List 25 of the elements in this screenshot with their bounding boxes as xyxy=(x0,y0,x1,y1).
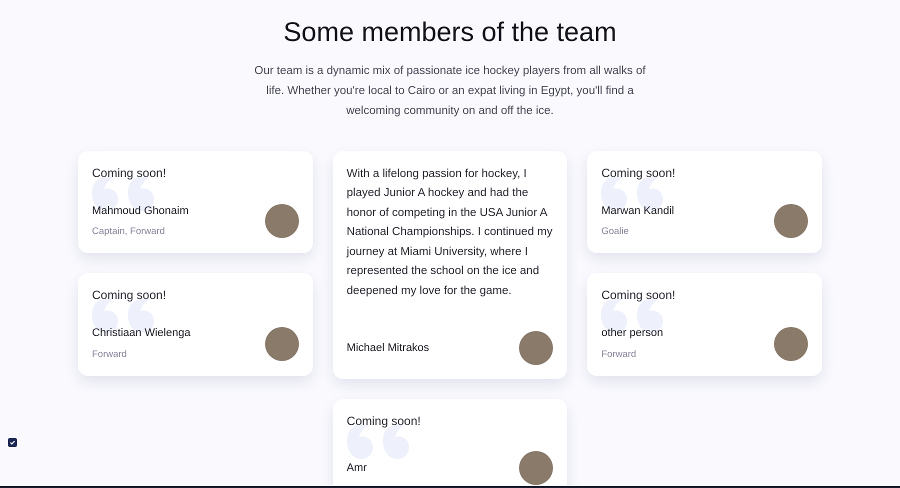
avatar-photo-placeholder xyxy=(774,204,808,238)
avatar-photo-placeholder xyxy=(519,451,554,485)
member-role: Goalie xyxy=(601,225,630,239)
member-name: Amr xyxy=(346,460,367,476)
member-role: Captain, Forward xyxy=(92,225,166,239)
avatar-photo-placeholder xyxy=(774,326,808,361)
member-quote: Coming soon! xyxy=(92,287,168,304)
member-name: Christiaan Wielenga xyxy=(92,326,190,342)
member-quote: Coming soon! xyxy=(601,164,676,180)
member-quote: With a lifelong passion for hockey, I played Junior A hockey and had the honor of competing in the USA Junior A National Championships. I continued my journey at Miami University, where I represented the school on the ice and deepened my love for the game. xyxy=(346,166,554,298)
member-name: other person xyxy=(601,326,664,342)
member-role: Forward xyxy=(601,348,638,362)
avatar-photo-placeholder xyxy=(264,326,299,361)
checkbox-icon xyxy=(8,438,17,447)
avatar-photo-placeholder xyxy=(264,204,299,238)
member-name: Marwan Kandil xyxy=(601,204,674,218)
member-name: Mahmoud Ghonaim xyxy=(92,204,189,218)
section-heading: Some members of the team xyxy=(283,16,617,49)
intro-paragraph: Our team is a dynamic mix of passionate ice hockey players from all walks of life. Whether you're local to Cairo or an expat living in Egypt, you'll find a welcoming community on and off the ice. xyxy=(253,64,647,118)
avatar-photo-placeholder xyxy=(519,331,554,365)
member-quote: Coming soon! xyxy=(92,164,168,180)
member-quote: Coming soon! xyxy=(346,413,422,429)
member-quote: Coming soon! xyxy=(601,287,676,304)
member-name: Michael Mitrakos xyxy=(346,340,430,356)
member-role: Forward xyxy=(92,348,128,362)
